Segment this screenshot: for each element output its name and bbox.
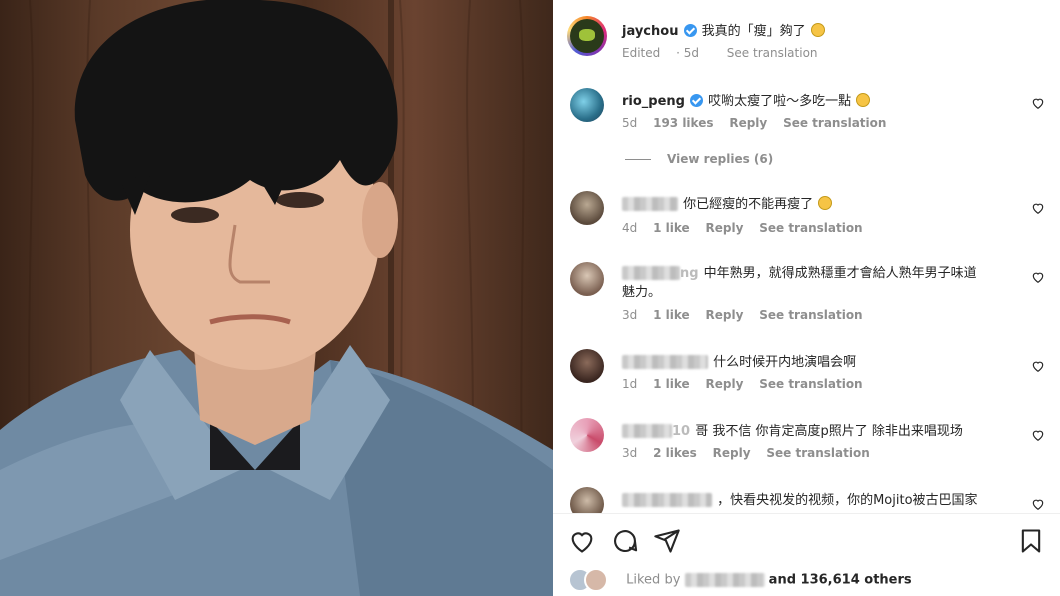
instagram-post-view: jaychou 我真的「瘦」夠了 Edited · 5d See transla… bbox=[0, 0, 1060, 596]
comment-text: 什么时候开内地演唱会啊 bbox=[713, 355, 857, 370]
username-fragment: ng bbox=[680, 266, 699, 281]
author-username[interactable]: jaychou bbox=[622, 24, 678, 39]
comment-item: ng 中年熟男，就得成熟穩重才會給人熟年男子味道 魅力。 3d 1 like R… bbox=[553, 260, 1060, 330]
reply-button[interactable]: Reply bbox=[713, 446, 751, 460]
comment-text: 哥 我不信 你肯定高度p照片了 除非出来唱现场 bbox=[695, 424, 963, 439]
comment-item: 什么时候开内地演唱会啊 1d 1 like Reply See translat… bbox=[553, 349, 1060, 399]
commenter-avatar[interactable] bbox=[570, 262, 604, 296]
comment-meta: 4d 1 like Reply See translation bbox=[622, 221, 875, 235]
post-action-bar bbox=[553, 525, 1060, 557]
liked-by-count[interactable]: and 136,614 others bbox=[769, 573, 912, 588]
like-heart-icon[interactable] bbox=[1031, 96, 1045, 110]
edited-label: Edited · 5d bbox=[622, 46, 699, 60]
blurred-username[interactable] bbox=[622, 265, 680, 280]
comment-age: 3d bbox=[622, 308, 638, 322]
commenter-avatar[interactable] bbox=[570, 349, 604, 383]
commenter-avatar[interactable] bbox=[570, 191, 604, 225]
view-replies-label[interactable]: View replies (6) bbox=[667, 152, 773, 166]
comment-text: 哎喲太瘦了啦～多吃一點 bbox=[708, 94, 852, 109]
comment-age: 3d bbox=[622, 446, 638, 460]
comment-line: 什么时候开内地演唱会啊 bbox=[622, 351, 856, 370]
like-heart-icon[interactable] bbox=[1031, 201, 1045, 215]
portrait-illustration bbox=[0, 0, 553, 596]
bookmark-icon[interactable] bbox=[1017, 527, 1045, 555]
blurred-username[interactable] bbox=[622, 492, 712, 507]
see-translation-link[interactable]: See translation bbox=[766, 446, 869, 460]
see-translation-link[interactable]: See translation bbox=[759, 377, 862, 391]
blurred-username[interactable] bbox=[622, 423, 672, 438]
comment-item: 10 哥 我不信 你肯定高度p照片了 除非出来唱现场 3d 2 likes Re… bbox=[553, 418, 1060, 468]
see-translation-link[interactable]: See translation bbox=[783, 116, 886, 130]
see-translation-link[interactable]: See translation bbox=[759, 221, 862, 235]
comment-meta: 3d 1 like Reply See translation bbox=[622, 308, 875, 322]
comment-text: ，快看央视发的视频，你的Mojito被古巴国家 bbox=[717, 493, 978, 508]
comment-icon[interactable] bbox=[611, 527, 639, 555]
see-translation-link[interactable]: See translation bbox=[759, 308, 862, 322]
like-heart-icon[interactable] bbox=[1031, 359, 1045, 373]
reply-button[interactable]: Reply bbox=[729, 116, 767, 130]
verified-badge-icon bbox=[690, 94, 704, 107]
blurred-username[interactable] bbox=[622, 196, 678, 211]
grinning-emoji-icon bbox=[856, 93, 871, 107]
commenter-avatar[interactable] bbox=[570, 88, 604, 122]
sad-emoji-icon bbox=[818, 196, 833, 210]
laughing-emoji-icon bbox=[810, 23, 825, 37]
replies-dash bbox=[625, 159, 651, 160]
comment-line: 你已經瘦的不能再瘦了 bbox=[622, 193, 833, 212]
liked-avatars bbox=[568, 568, 622, 592]
comment-text: 你已經瘦的不能再瘦了 bbox=[683, 197, 814, 212]
comment-item: ，快看央视发的视频，你的Mojito被古巴国家 bbox=[553, 487, 1060, 513]
reply-button[interactable]: Reply bbox=[705, 377, 743, 391]
comment-age: 5d bbox=[622, 116, 638, 130]
share-icon[interactable] bbox=[653, 527, 681, 555]
comment-line: ，快看央视发的视频，你的Mojito被古巴国家 bbox=[622, 489, 978, 508]
caption-row: jaychou 我真的「瘦」夠了 Edited · 5d See transla… bbox=[553, 14, 1060, 66]
commenter-avatar[interactable] bbox=[570, 487, 604, 513]
comment-text-cont: 魅力。 bbox=[622, 285, 662, 300]
comment-meta: 1d 1 like Reply See translation bbox=[622, 377, 875, 391]
comment-text: 中年熟男，就得成熟穩重才會給人熟年男子味道 bbox=[703, 266, 977, 281]
liker-avatar[interactable] bbox=[584, 568, 608, 592]
comment-age: 1d bbox=[622, 377, 638, 391]
actions-divider bbox=[553, 513, 1060, 514]
comment-line: rio_peng 哎喲太瘦了啦～多吃一點 bbox=[622, 90, 871, 109]
comment-age: 4d bbox=[622, 221, 638, 235]
comment-likes[interactable]: 1 like bbox=[653, 221, 690, 235]
comment-likes[interactable]: 1 like bbox=[653, 308, 690, 322]
comments-panel: jaychou 我真的「瘦」夠了 Edited · 5d See transla… bbox=[553, 0, 1060, 596]
caption-line: jaychou 我真的「瘦」夠了 bbox=[622, 20, 825, 39]
reply-button[interactable]: Reply bbox=[705, 221, 743, 235]
verified-badge-icon bbox=[683, 24, 697, 37]
like-heart-icon[interactable] bbox=[1031, 270, 1045, 284]
comment-meta: 3d 2 likes Reply See translation bbox=[622, 446, 882, 460]
like-heart-icon[interactable] bbox=[1031, 428, 1045, 442]
comment-meta: 5d 193 likes Reply See translation bbox=[622, 116, 898, 130]
comment-likes[interactable]: 193 likes bbox=[653, 116, 713, 130]
liked-by-prefix: Liked by bbox=[626, 572, 681, 588]
blurred-liker-name[interactable] bbox=[684, 573, 765, 587]
heart-icon[interactable] bbox=[568, 527, 596, 555]
post-photo bbox=[0, 0, 553, 596]
comment-item: 你已經瘦的不能再瘦了 4d 1 like Reply See translati… bbox=[553, 191, 1060, 251]
see-translation-link[interactable]: See translation bbox=[727, 46, 818, 60]
comment-likes[interactable]: 1 like bbox=[653, 377, 690, 391]
commenter-avatar[interactable] bbox=[570, 418, 604, 452]
author-avatar[interactable] bbox=[567, 16, 607, 56]
blurred-username[interactable] bbox=[622, 354, 708, 369]
comment-item: rio_peng 哎喲太瘦了啦～多吃一點 5d 193 likes Reply … bbox=[553, 86, 1060, 176]
reply-button[interactable]: Reply bbox=[705, 308, 743, 322]
comment-line: ng 中年熟男，就得成熟穩重才會給人熟年男子味道 魅力。 bbox=[622, 262, 992, 300]
comment-likes[interactable]: 2 likes bbox=[653, 446, 697, 460]
comment-line: 10 哥 我不信 你肯定高度p照片了 除非出来唱现场 bbox=[622, 420, 963, 439]
liked-by-line: Liked by and 136,614 others bbox=[568, 568, 912, 592]
like-heart-icon[interactable] bbox=[1031, 497, 1045, 511]
username-fragment: 10 bbox=[672, 424, 691, 439]
caption-text: 我真的「瘦」夠了 bbox=[701, 24, 806, 39]
caption-meta: Edited · 5d See translation bbox=[622, 46, 830, 60]
commenter-username[interactable]: rio_peng bbox=[622, 94, 685, 109]
view-replies[interactable]: View replies (6) bbox=[625, 152, 785, 166]
